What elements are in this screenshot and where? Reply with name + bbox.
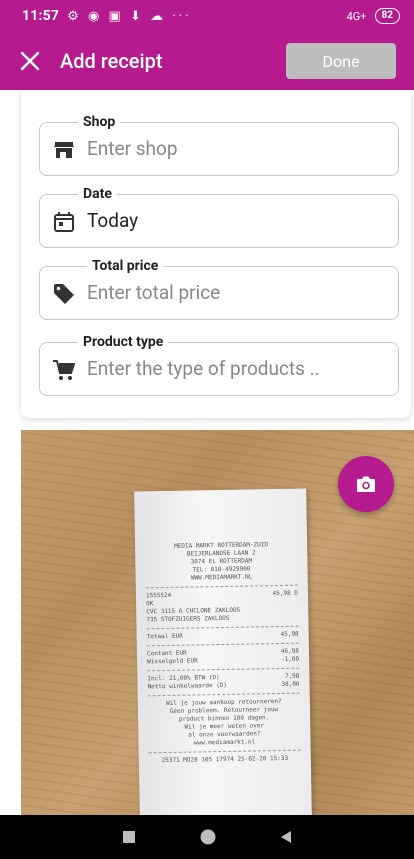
status-right: 4G+ 82 — [347, 8, 400, 24]
date-field[interactable]: Date Today — [39, 186, 399, 248]
circle-icon[interactable] — [199, 828, 217, 846]
receipt-line: WWW.MEDIAMARKT.NL — [190, 573, 253, 582]
close-icon — [20, 51, 40, 71]
battery-icon: 82 — [374, 8, 400, 24]
square-icon[interactable] — [122, 830, 136, 844]
camera-button[interactable] — [338, 456, 394, 512]
receipt-row: Wisselgeld EUR -1,00 — [147, 656, 299, 667]
receipt-row: Netto winkelwaarde (D) 38,00 — [147, 681, 299, 692]
date-label: Date — [78, 186, 117, 202]
receipt-line: Wisselgeld EUR — [147, 657, 198, 666]
shop-label: Shop — [78, 114, 121, 130]
receipt-line: www.mediamarkt.nl — [193, 738, 256, 747]
receipt-divider — [147, 692, 300, 697]
cart-icon — [53, 360, 75, 380]
receipt-line: 25371 MO28 105 17974 25-02-20 15:33 — [161, 754, 289, 765]
receipt-divider — [148, 749, 301, 754]
date-input[interactable]: Today — [87, 209, 138, 233]
signal-icon: 4G+ — [346, 9, 367, 23]
receipt-line: -1,00 — [280, 655, 300, 663]
done-button[interactable]: Done — [286, 43, 396, 79]
receipt-line: 735 STOFZUIGERS ZAKLOOS — [146, 614, 230, 624]
receipt-paper: MEDIA MARKT ROTTERDAM-ZUID BEIJERLANDSE … — [134, 488, 312, 815]
status-time: 11:57 — [22, 8, 60, 24]
triangle-back-icon[interactable] — [280, 830, 292, 844]
receipt-divider — [146, 625, 299, 630]
receipt-line: 45,98 — [280, 630, 299, 638]
receipt-divider — [147, 667, 300, 672]
receipt-line: 38,00 — [281, 680, 300, 688]
total-price-input[interactable]: Enter total price — [87, 281, 220, 305]
page-title: Add receipt — [60, 49, 163, 73]
receipt-line: 45,98 D — [272, 589, 298, 598]
store-icon — [54, 142, 74, 158]
receipt-line: Totaal EUR — [146, 632, 183, 641]
receipt-divider — [146, 642, 299, 647]
shop-input[interactable]: Enter shop — [87, 137, 178, 161]
tag-icon — [54, 284, 74, 304]
total-price-field[interactable]: Total price Enter total price — [39, 258, 399, 320]
system-nav-bar — [0, 815, 414, 859]
shop-field[interactable]: Shop Enter shop — [39, 114, 399, 176]
receipt-form-card: Shop Enter shop Date Today Total price E… — [21, 90, 411, 418]
receipt-row: Totaal EUR 45,98 — [147, 631, 299, 642]
camera-icon — [357, 476, 375, 492]
close-button[interactable] — [0, 32, 60, 90]
app-bar: Add receipt Done — [0, 32, 414, 90]
product-type-label: Product type — [78, 334, 169, 350]
receipt-line: 1555524 — [145, 591, 172, 600]
status-bar: 11:57 ⚙ ◉ ▣ ⬇ ☁ ··· 4G+ 82 — [0, 0, 414, 32]
total-price-label: Total price — [87, 258, 164, 274]
product-type-field[interactable]: Product type Enter the type of products … — [39, 334, 399, 396]
product-type-input[interactable]: Enter the type of products .. — [87, 357, 320, 381]
notification-icons: ⚙ ◉ ▣ ⬇ ☁ ··· — [67, 8, 192, 24]
receipt-line: Netto winkelwaarde (D) — [147, 681, 228, 691]
calendar-icon — [54, 212, 74, 232]
receipt-divider — [145, 584, 298, 589]
receipt-line: 7,98 — [284, 672, 300, 680]
